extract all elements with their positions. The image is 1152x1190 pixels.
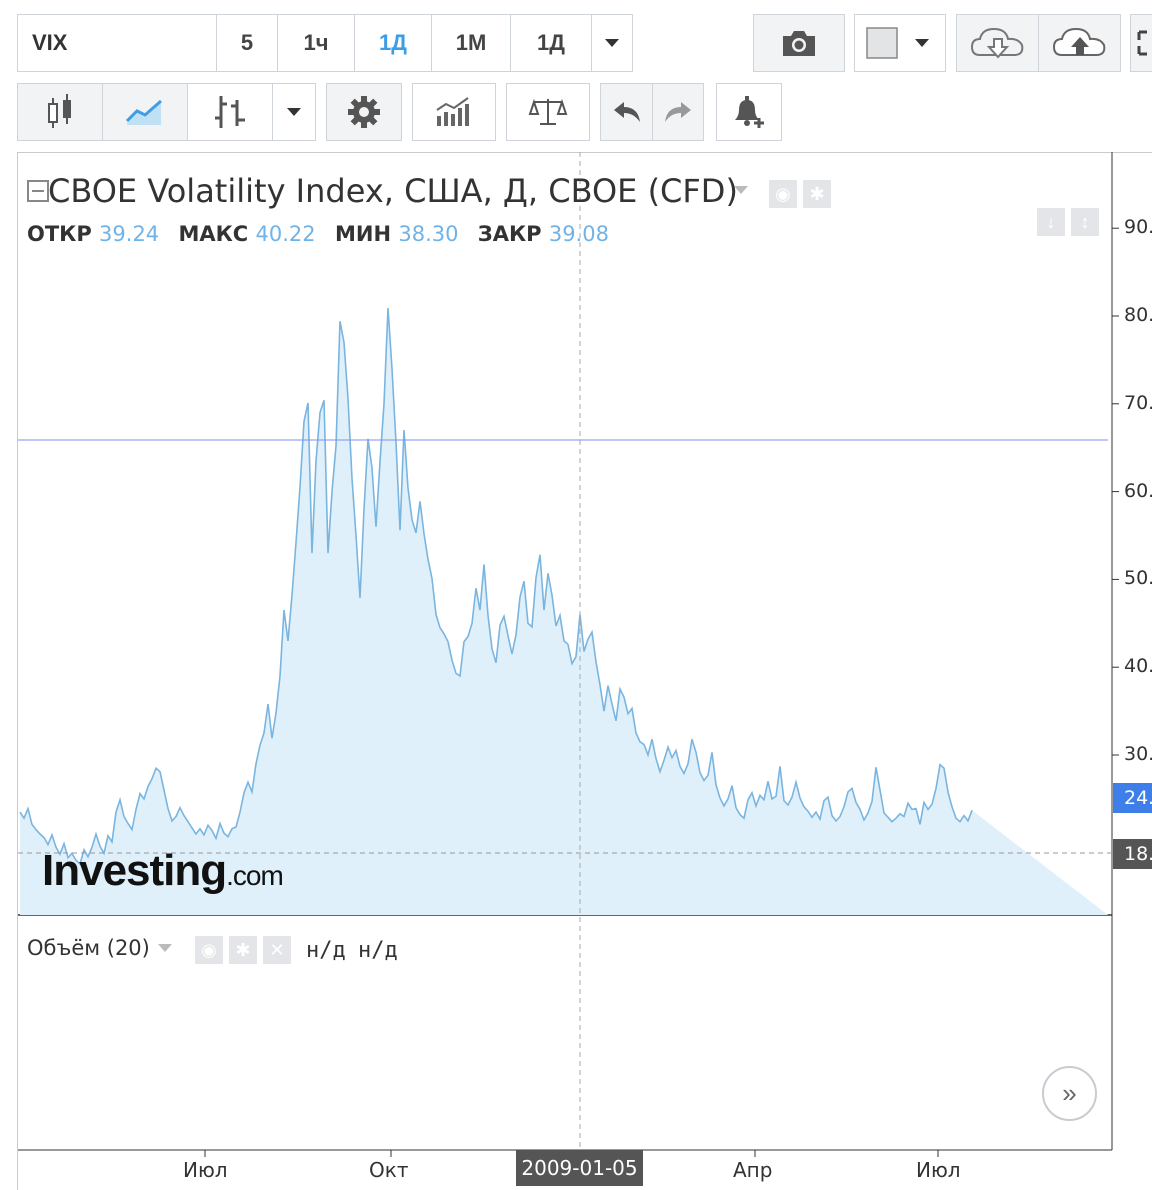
area-fill (20, 308, 1108, 916)
scale-updown-icon[interactable]: ↕ (1071, 208, 1099, 236)
volume-value-1: н/д (306, 938, 346, 963)
gear-icon[interactable]: ✱ (229, 936, 257, 964)
x-tick-label: Июл (916, 1158, 961, 1182)
chevron-down-icon[interactable] (158, 944, 174, 954)
y-tick-label: 90. (1124, 216, 1152, 239)
low-value: 38.30 (398, 222, 459, 246)
x-tick-label: Окт (369, 1158, 409, 1182)
y-tick-label: 30. (1124, 743, 1152, 765)
y-tick-label: 80. (1124, 304, 1152, 326)
chevron-down-icon[interactable] (734, 186, 750, 196)
y-tick-label: 60. (1124, 479, 1152, 502)
current-price-tag: 24. (1113, 783, 1152, 813)
x-tick-label: Апр (733, 1158, 773, 1182)
volume-value-2: н/д (358, 938, 398, 963)
high-label: МАКС (178, 222, 249, 246)
eye-icon[interactable]: ◉ (195, 936, 223, 964)
volume-title: Объём (20) (27, 936, 150, 960)
close-icon[interactable]: ✕ (263, 936, 291, 964)
close-label: ЗАКР (477, 222, 542, 246)
y-tick-label: 40. (1124, 655, 1152, 678)
open-value: 39.24 (99, 222, 160, 246)
high-value: 40.22 (255, 222, 316, 246)
y-tick-label: 50. (1124, 567, 1152, 590)
crosshair-date-tag: 2009-01-05 (516, 1150, 643, 1186)
y-tick-label: 70. (1124, 391, 1152, 414)
open-label: ОТКР (27, 222, 92, 246)
area-series (19, 308, 1108, 916)
double-chevron-right-icon: » (1062, 1078, 1077, 1108)
last-price-tag: 18. (1113, 839, 1152, 869)
scroll-to-latest-button[interactable]: » (1042, 1066, 1097, 1121)
close-value: 39.08 (548, 222, 609, 246)
low-label: МИН (334, 222, 392, 246)
scale-down-icon[interactable]: ↓ (1037, 208, 1065, 236)
x-tick-label: Июл (183, 1158, 228, 1182)
series-title: CBOE Volatility Index, США, Д, CBOE (CFD… (48, 172, 738, 210)
gear-icon[interactable]: ✱ (803, 180, 831, 208)
logo-suffix: .com (226, 860, 284, 891)
logo-main: Investing (42, 846, 227, 895)
eye-icon[interactable]: ◉ (769, 180, 797, 208)
collapse-legend-button[interactable] (27, 180, 49, 202)
investing-logo: Investing.com (42, 846, 284, 896)
ohlc-readout: ОТКР 39.24 МАКС 40.22 МИН 38.30 ЗАКР 39.… (27, 222, 621, 246)
